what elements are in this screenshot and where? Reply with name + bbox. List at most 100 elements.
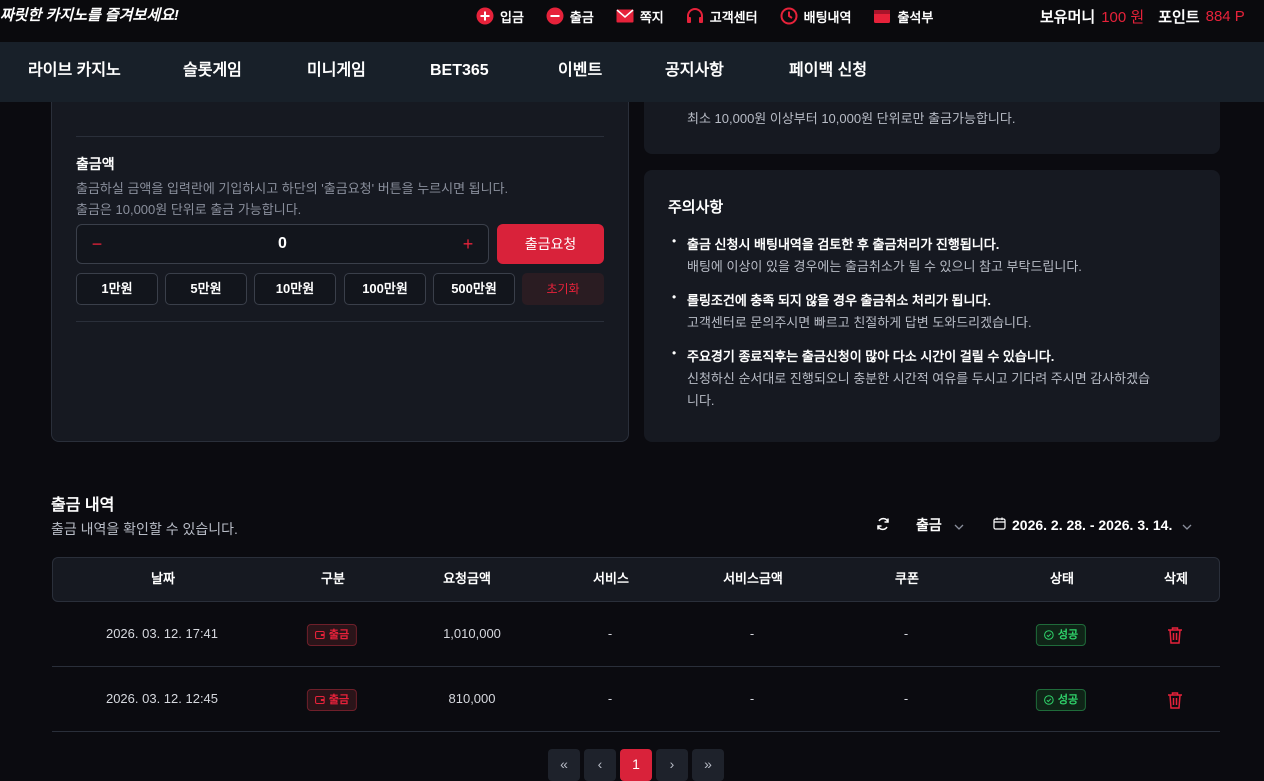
money-label: 보유머니 xyxy=(1040,8,1096,26)
quick-amount-100k[interactable]: 10만원 xyxy=(254,273,336,305)
bullet: • xyxy=(672,234,677,248)
type-filter-value: 출금 xyxy=(916,517,942,533)
quick-amount-5m[interactable]: 500만원 xyxy=(433,273,515,305)
nav-event[interactable]: 이벤트 xyxy=(558,42,602,102)
row-date: 2026. 03. 12. 17:41 xyxy=(105,626,219,641)
bullet: • xyxy=(672,346,677,360)
row-date: 2026. 03. 12. 12:45 xyxy=(105,691,219,706)
notice-item: • 롤링조건에 충족 되지 않을 경우 출금취소 처리가 됩니다. 고객센터로 … xyxy=(672,290,1192,334)
row-amount: 810,000 xyxy=(448,691,496,706)
attendance-label: 출석부 xyxy=(897,9,934,25)
divider xyxy=(76,136,604,137)
history-clock-icon xyxy=(780,7,798,25)
support-link[interactable]: 고객센터 xyxy=(686,7,758,26)
quick-amount-10k[interactable]: 1만원 xyxy=(76,273,158,305)
notice-item: • 주요경기 종료직후는 출금신청이 많아 다소 시간이 걸릴 수 있습니다. … xyxy=(672,346,1192,412)
bet-history-link[interactable]: 배팅내역 xyxy=(780,7,852,26)
trash-icon xyxy=(1168,626,1182,644)
increase-button[interactable]: + xyxy=(448,225,488,263)
divider xyxy=(76,321,604,322)
attendance-link[interactable]: 출석부 xyxy=(873,7,933,26)
nav-mini-game[interactable]: 미니게임 xyxy=(307,42,366,102)
wallet-icon xyxy=(315,630,325,639)
type-badge: 출금 xyxy=(306,623,358,646)
notice-text: 신청하신 순서대로 진행되오니 충분한 시간적 여유를 두시고 기다려 주시면 … xyxy=(687,371,1151,386)
page-1-button[interactable]: 1 xyxy=(620,749,652,781)
column-header-amount: 요청금액 xyxy=(443,571,491,586)
table-row: 2026. 03. 12. 17:41 출금 1,010,000 - - - 성… xyxy=(52,602,1220,667)
table-row: 2026. 03. 12. 12:45 출금 810,000 - - - 성공 xyxy=(52,667,1220,732)
status-label: 성공 xyxy=(1057,628,1079,641)
row-type: 출금 xyxy=(306,667,358,731)
amount-input[interactable]: 0 xyxy=(117,225,448,263)
message-link[interactable]: 쪽지 xyxy=(616,7,664,26)
top-links: 입금 출금 쪽지 고객센터 배팅내역 출석부 xyxy=(476,4,955,28)
deposit-label: 입금 xyxy=(500,9,524,25)
top-bar: 짜릿한 카지노를 즐겨보세요! 입금 출금 쪽지 고객센터 배팅내역 출석부 보… xyxy=(0,0,1264,42)
delete-button[interactable] xyxy=(1167,626,1183,644)
main-nav: 라이브 카지노 슬롯게임 미니게임 BET365 이벤트 공지사항 페이백 신청 xyxy=(0,42,1264,102)
notice-text: 고객센터로 문의주시면 빠르고 친절하게 답변 도와드리겠습니다. xyxy=(687,315,1032,330)
nav-payback[interactable]: 페이백 신청 xyxy=(789,42,867,102)
type-filter-select[interactable]: 출금 xyxy=(916,514,964,536)
amount-stepper: − 0 + xyxy=(76,224,489,264)
withdraw-link[interactable]: 출금 xyxy=(546,7,594,26)
chevron-down-icon xyxy=(954,517,964,533)
first-page-button[interactable]: « xyxy=(548,749,580,781)
notice-text: 배팅에 이상이 있을 경우에는 출금취소가 될 수 있으니 참고 부탁드립니다. xyxy=(687,259,1082,274)
nav-slot-game[interactable]: 슬롯게임 xyxy=(183,42,242,102)
notice-text-cont: 니다. xyxy=(687,393,715,408)
nav-bet365[interactable]: BET365 xyxy=(430,42,489,102)
notice-card: 주의사항 • 출금 신청시 배팅내역을 검토한 후 출금처리가 진행됩니다. 배… xyxy=(644,170,1220,442)
minus-circle-icon xyxy=(546,7,564,25)
site-slogan: 짜릿한 카지노를 즐겨보세요! xyxy=(0,7,179,24)
envelope-icon xyxy=(616,7,634,25)
date-range-picker[interactable]: 2026. 2. 28. - 2026. 3. 14. xyxy=(993,514,1192,536)
plus-circle-icon xyxy=(476,7,494,25)
balance-area: 보유머니 100 원 포인트 884 P xyxy=(1040,4,1259,28)
refresh-button[interactable] xyxy=(876,514,890,536)
notice-heading: 주요경기 종료직후는 출금신청이 많아 다소 시간이 걸릴 수 있습니다. xyxy=(687,349,1055,364)
refresh-icon xyxy=(876,517,890,534)
minimum-withdraw-info: 최소 10,000원 이상부터 10,000원 단위로만 출금가능합니다. xyxy=(687,111,1016,126)
pagination: « ‹ 1 › » xyxy=(548,749,728,781)
quick-amount-1m[interactable]: 100만원 xyxy=(344,273,426,305)
money-value: 100 원 xyxy=(1101,8,1145,26)
status-badge: 성공 xyxy=(1035,688,1087,711)
withdraw-request-button[interactable]: 출금요청 xyxy=(497,224,604,264)
reset-button[interactable]: 초기화 xyxy=(522,273,604,305)
column-header-date: 날짜 xyxy=(151,571,175,586)
table-header: 날짜 구분 요청금액 서비스 서비스금액 쿠폰 상태 삭제 xyxy=(52,557,1220,602)
column-header-service-amount: 서비스금액 xyxy=(723,571,783,586)
row-type: 출금 xyxy=(306,602,358,666)
history-description: 출금 내역을 확인할 수 있습니다. xyxy=(51,521,238,537)
check-circle-icon xyxy=(1044,694,1054,705)
row-service-amount: - xyxy=(749,691,755,706)
row-service-amount: - xyxy=(749,626,755,641)
withdraw-label: 출금 xyxy=(569,9,594,25)
last-page-button[interactable]: » xyxy=(692,749,724,781)
date-range-value: 2026. 2. 28. - 2026. 3. 14. xyxy=(1012,517,1173,533)
column-header-coupon: 쿠폰 xyxy=(895,571,919,586)
column-header-delete: 삭제 xyxy=(1164,571,1188,586)
delete-button[interactable] xyxy=(1167,691,1183,709)
bullet: • xyxy=(672,290,677,304)
chevron-down-icon xyxy=(1182,517,1192,533)
row-amount: 1,010,000 xyxy=(443,626,501,641)
nav-live-casino[interactable]: 라이브 카지노 xyxy=(28,42,121,102)
info-card: 최소 10,000원 이상부터 10,000원 단위로만 출금가능합니다. xyxy=(644,102,1220,154)
deposit-link[interactable]: 입금 xyxy=(476,7,524,26)
point-label: 포인트 xyxy=(1158,8,1200,26)
nav-notice[interactable]: 공지사항 xyxy=(665,42,724,102)
quick-amount-50k[interactable]: 5만원 xyxy=(165,273,247,305)
decrease-button[interactable]: − xyxy=(77,225,117,263)
headset-icon xyxy=(686,7,704,25)
column-header-status: 상태 xyxy=(1050,571,1074,586)
withdraw-desc-2: 출금은 10,000원 단위로 출금 가능합니다. xyxy=(76,202,302,217)
next-page-button[interactable]: › xyxy=(656,749,688,781)
row-service: - xyxy=(607,691,613,706)
prev-page-button[interactable]: ‹ xyxy=(584,749,616,781)
bet-history-label: 배팅내역 xyxy=(803,9,852,25)
calendar-icon xyxy=(993,517,1006,533)
column-header-service: 서비스 xyxy=(593,571,629,586)
